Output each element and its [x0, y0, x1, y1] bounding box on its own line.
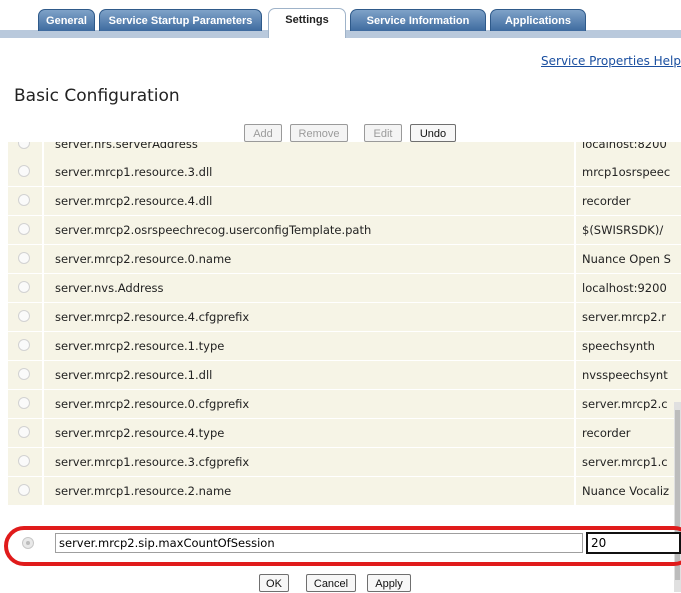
row-radio[interactable]: [18, 397, 30, 409]
table-row[interactable]: server.mrcp2.resource.0.cfgprefix server…: [8, 390, 681, 419]
row-radio[interactable]: [18, 223, 30, 235]
row-radio[interactable]: [18, 281, 30, 293]
row-value: nvsspeechsynt: [576, 361, 681, 389]
row-radio[interactable]: [18, 339, 30, 351]
tab-applications[interactable]: Applications: [490, 9, 586, 31]
row-name: server.mrcp1.resource.3.dll: [44, 158, 574, 186]
row-name: server.mrcp1.resource.3.cfgprefix: [44, 448, 574, 476]
table-row[interactable]: server.mrcp1.resource.2.name Nuance Voca…: [8, 477, 681, 506]
table-row[interactable]: server.mrcp2.resource.4.cfgprefix server…: [8, 303, 681, 332]
row-name: server.mrcp2.resource.4.type: [44, 419, 574, 447]
row-value: server.mrcp2.c: [576, 390, 681, 418]
row-value: server.mrcp1.c: [576, 448, 681, 476]
row-radio[interactable]: [18, 194, 30, 206]
row-value: localhost:9200: [576, 274, 681, 302]
row-value: recorder: [576, 419, 681, 447]
table-row[interactable]: server.mrcp2.resource.4.type recorder: [8, 419, 681, 448]
row-value: recorder: [576, 187, 681, 215]
settings-table: server.nrs.serverAddress localhost:8200 …: [8, 142, 681, 550]
table-row[interactable]: server.mrcp2.resource.0.name Nuance Open…: [8, 245, 681, 274]
row-value: Nuance Vocaliz: [576, 477, 681, 505]
row-value: localhost:8200: [576, 142, 681, 158]
row-radio[interactable]: [18, 484, 30, 496]
row-name: server.mrcp2.resource.0.name: [44, 245, 574, 273]
row-value: mrcp1osrspeec: [576, 158, 681, 186]
tab-service-information[interactable]: Service Information: [350, 9, 486, 31]
row-name: server.nrs.serverAddress: [44, 142, 574, 158]
highlight-annotation: [4, 526, 681, 566]
row-name: server.nvs.Address: [44, 274, 574, 302]
row-radio[interactable]: [18, 455, 30, 467]
row-value: server.mrcp2.r: [576, 303, 681, 331]
row-value: Nuance Open S: [576, 245, 681, 273]
row-name: server.mrcp1.resource.2.name: [44, 477, 574, 505]
row-name: server.mrcp2.osrspeechrecog.userconfigTe…: [44, 216, 574, 244]
remove-button[interactable]: Remove: [290, 124, 348, 142]
service-properties-help-link[interactable]: Service Properties Help: [541, 54, 681, 68]
tab-service-startup-parameters[interactable]: Service Startup Parameters: [99, 9, 262, 31]
tab-general[interactable]: General: [38, 9, 95, 31]
table-row[interactable]: server.mrcp2.resource.1.dll nvsspeechsyn…: [8, 361, 681, 390]
row-name: server.mrcp2.resource.4.dll: [44, 187, 574, 215]
row-radio[interactable]: [18, 252, 30, 264]
cancel-button[interactable]: Cancel: [306, 574, 356, 592]
row-radio[interactable]: [18, 165, 30, 177]
table-row[interactable]: server.mrcp1.resource.3.dll mrcp1osrspee…: [8, 158, 681, 187]
undo-button[interactable]: Undo: [410, 124, 456, 142]
row-radio[interactable]: [18, 310, 30, 322]
tab-settings[interactable]: Settings: [268, 8, 346, 38]
table-row[interactable]: server.nrs.serverAddress localhost:8200: [8, 142, 681, 159]
apply-button[interactable]: Apply: [367, 574, 411, 592]
row-value: speechsynth: [576, 332, 681, 360]
add-button[interactable]: Add: [244, 124, 282, 142]
table-row[interactable]: server.mrcp2.osrspeechrecog.userconfigTe…: [8, 216, 681, 245]
row-radio[interactable]: [18, 426, 30, 438]
table-row[interactable]: server.mrcp2.resource.4.dll recorder: [8, 187, 681, 216]
row-name: server.mrcp2.resource.0.cfgprefix: [44, 390, 574, 418]
row-name: server.mrcp2.resource.1.type: [44, 332, 574, 360]
page-title: Basic Configuration: [14, 86, 180, 106]
table-row[interactable]: server.mrcp1.resource.3.cfgprefix server…: [8, 448, 681, 477]
row-value: $(SWISRSDK)/: [576, 216, 681, 244]
table-row[interactable]: server.nvs.Address localhost:9200: [8, 274, 681, 303]
ok-button[interactable]: OK: [259, 574, 289, 592]
row-name: server.mrcp2.resource.4.cfgprefix: [44, 303, 574, 331]
edit-button[interactable]: Edit: [364, 124, 402, 142]
row-name: server.mrcp2.resource.1.dll: [44, 361, 574, 389]
table-row[interactable]: server.mrcp2.resource.1.type speechsynth: [8, 332, 681, 361]
row-radio[interactable]: [18, 368, 30, 380]
